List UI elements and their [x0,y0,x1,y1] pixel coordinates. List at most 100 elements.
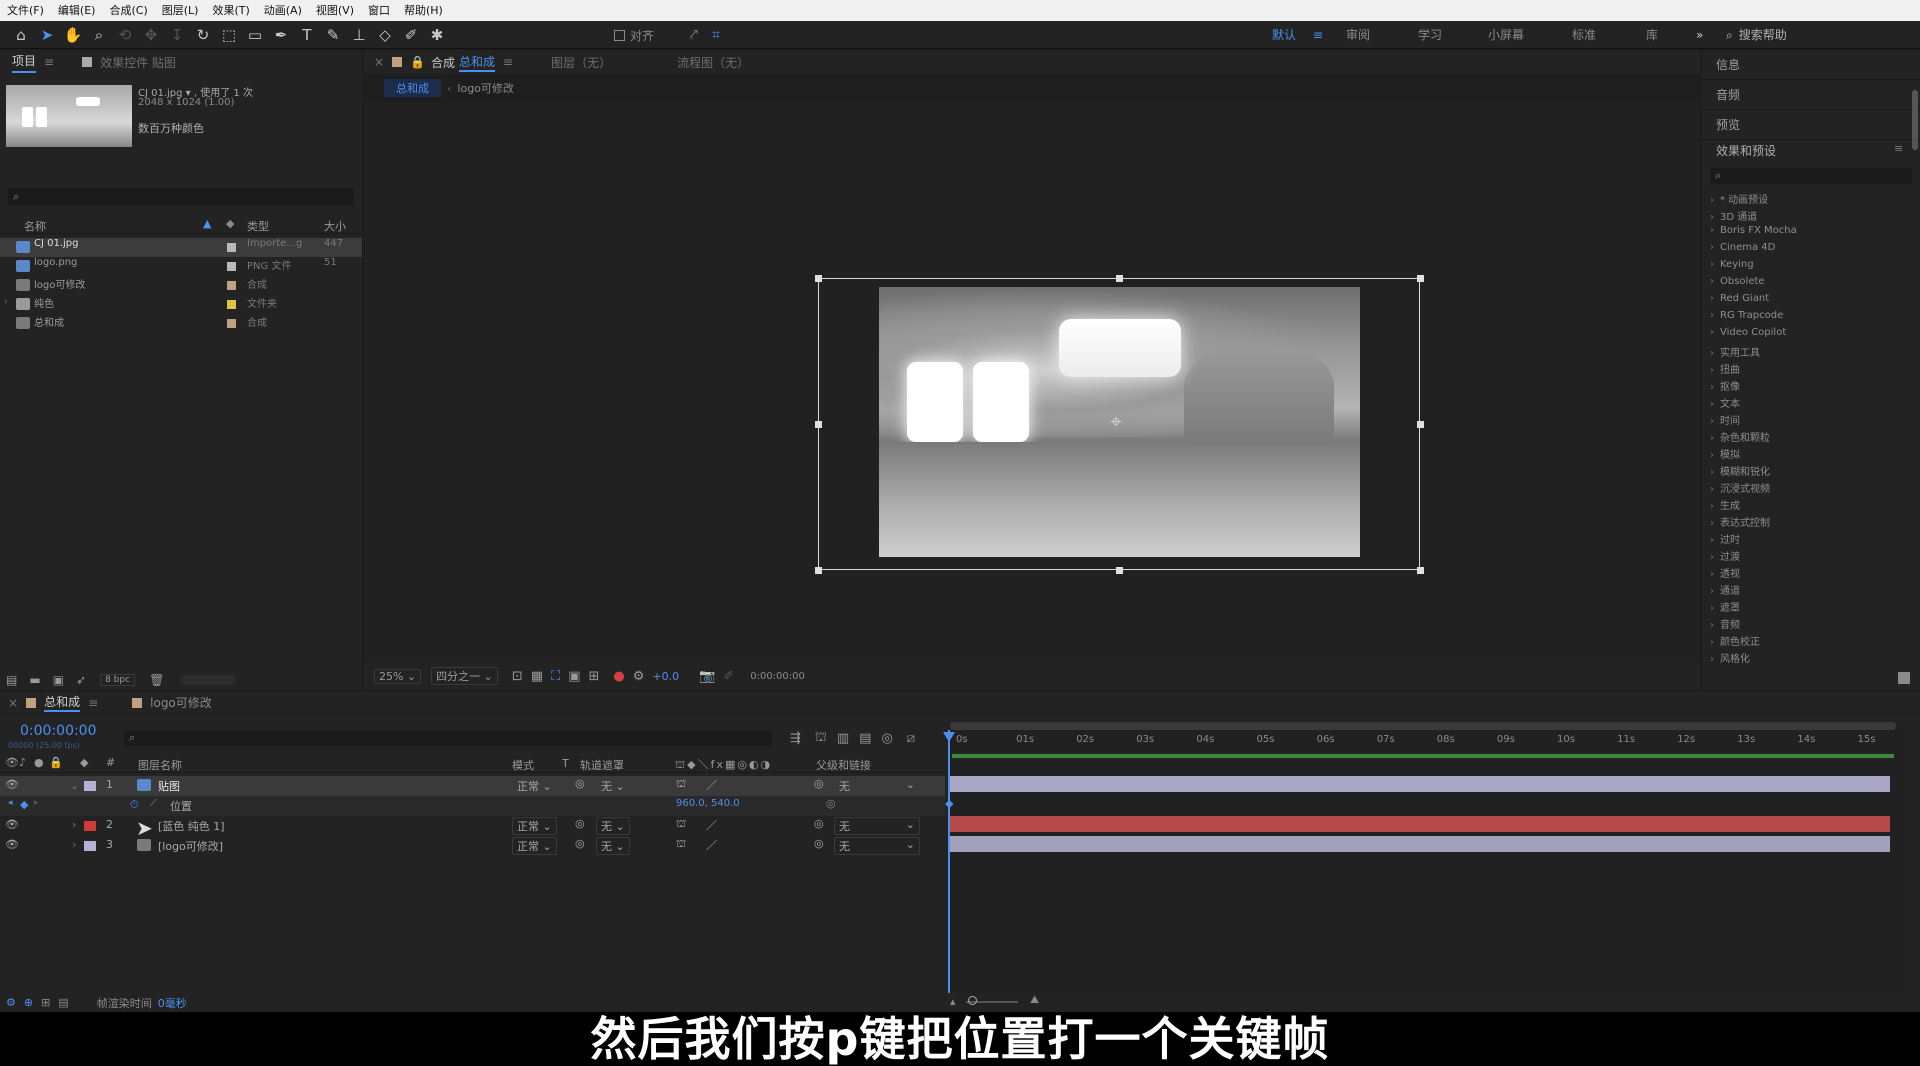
expand-chevron-icon[interactable]: › [1710,195,1714,206]
layer-name[interactable]: [logo可修改] [158,838,223,854]
tab-timeline-active[interactable]: 总和成 [44,693,81,712]
expand-chevron-icon[interactable]: › [72,818,76,831]
expand-chevron-icon[interactable]: › [1710,467,1714,478]
col-name[interactable]: 名称 [24,218,46,234]
new-folder-icon[interactable]: ▬ [29,673,40,687]
thumbnail-size-slider[interactable] [180,675,237,685]
hand-tool-icon[interactable]: ✋ [60,21,86,49]
pan-behind-tool-icon[interactable]: ⬚ [216,21,242,49]
motion-blur-icon[interactable]: ◎ [881,731,892,746]
expand-chevron-icon[interactable]: › [1710,259,1714,270]
menu-window[interactable]: 窗口 [361,0,397,21]
timeline-graph-area[interactable]: 0s 01s 02s 03s 04s 05s 06s 07s 08s 09s 10s 11s 12s 13… [943,722,1908,1007]
transparency-grid-icon[interactable]: ▦ [531,669,543,684]
shy-switch-icon[interactable]: ⛫ [676,817,686,832]
quality-switch-icon[interactable]: ／ [706,817,717,833]
tab-timeline-other[interactable]: logo可修改 [150,694,212,711]
expand-chevron-icon[interactable]: › [1710,293,1714,304]
transfer-controls-toggle-icon[interactable]: ⊕ [24,996,33,1009]
workspace-menu-icon[interactable]: ≡ [1313,21,1323,49]
keyframe-nav-prev-icon[interactable]: ◂ [8,798,13,808]
dolly-camera-icon[interactable]: ↧ [164,21,190,49]
color-channels-icon[interactable]: ● [613,669,624,684]
rotate-tool-icon[interactable]: ↻ [190,21,216,49]
effect-category[interactable]: › 时间 [1710,412,1740,429]
zoom-out-icon[interactable]: ▴ [950,995,956,1008]
snap-grid-icon[interactable]: ⌗ [712,21,720,49]
snap-checkbox[interactable] [614,29,625,41]
draft-3d-icon[interactable]: ⛫ [815,730,827,747]
expand-chevron-icon[interactable]: › [1710,654,1714,665]
breadcrumb-active[interactable]: 总和成 [384,79,441,97]
expand-chevron-icon[interactable]: › [1710,450,1714,461]
expand-chevron-icon[interactable]: › [1710,552,1714,563]
project-item[interactable]: › 纯色 文件夹 [0,295,362,314]
track-matte-dropdown[interactable]: 无 ⌄ [596,777,630,795]
expand-chevron-icon[interactable]: › [72,838,76,851]
col-preserve-transparency[interactable]: T [562,757,569,770]
expand-chevron-icon[interactable]: › [4,297,8,307]
exposure-value[interactable]: +0.0 [652,670,679,683]
effect-category[interactable]: › 通道 [1710,582,1740,599]
layer-name[interactable]: 贴图 [158,778,180,794]
layer-label-color[interactable] [84,821,96,831]
trash-icon[interactable]: 🗑 [149,673,164,687]
transform-handle[interactable] [815,275,822,282]
effect-category[interactable]: › 抠像 [1710,378,1740,395]
col-parent-link[interactable]: 父级和链接 [816,757,871,773]
expand-chevron-icon[interactable]: › [1710,586,1714,597]
quality-switch-icon[interactable]: ／ [706,837,717,853]
keyframe-nav-next-icon[interactable]: ▸ [34,798,39,808]
rectangle-tool-icon[interactable]: ▭ [242,21,268,49]
expand-chevron-icon[interactable]: › [1710,569,1714,580]
snap-toggle[interactable]: 对齐 [614,21,654,49]
panel-menu-icon[interactable]: ≡ [88,696,98,710]
snap-options-icon[interactable]: ⤤ [690,21,698,49]
effect-category[interactable]: › Obsolete [1710,276,1765,293]
viewer-timecode[interactable]: 0:00:00:00 [750,671,805,682]
guides-icon[interactable]: ▣ [568,669,580,684]
current-timecode[interactable]: 0:00:00:00 [20,723,97,739]
zoom-in-icon[interactable]: ⛰ [1030,993,1039,1007]
effect-category[interactable]: › 颜色校正 [1710,633,1760,650]
type-tool-icon[interactable]: T [294,21,320,49]
panel-menu-icon[interactable]: ≡ [1894,142,1903,155]
track-matte-pickwhip-icon[interactable]: ◎ [575,777,585,790]
expand-chevron-icon[interactable]: › [1710,327,1714,338]
track-matte-pickwhip-icon[interactable]: ◎ [575,837,585,850]
tab-project[interactable]: 项目 [12,52,37,73]
shy-switch-icon[interactable]: ⛫ [676,837,686,852]
effect-category[interactable]: › 模糊和锐化 [1710,463,1770,480]
project-item[interactable]: logo可修改 合成 [0,276,362,295]
effect-category[interactable]: › 3D 通道 [1710,208,1757,225]
layer-row[interactable]: 👁 ⌄ 1 贴图 正常 ⌄ ◎ 无 ⌄ ⛫ ／ ◎ 无 ⌄ [0,776,945,796]
blend-mode-dropdown[interactable]: 正常 ⌄ [512,837,557,855]
menu-effect[interactable]: 效果(T) [205,0,256,21]
timeline-zoom-thumb[interactable] [968,996,977,1005]
effects-search-input[interactable]: ⌕ [1710,168,1912,184]
tab-composition-name[interactable]: 总和成 [459,53,496,72]
col-layer-name[interactable]: 图层名称 [138,757,182,773]
close-tab-icon[interactable]: × [374,55,384,69]
expand-chevron-icon[interactable]: › [1710,416,1714,427]
tab-effect-controls[interactable]: 效果控件 贴图 [100,54,176,71]
effect-category[interactable]: › 音频 [1710,616,1740,633]
expand-chevron-icon[interactable]: › [1710,365,1714,376]
layer-row[interactable]: 👁 › 3 [logo可修改] 正常 ⌄ ◎ 无 ⌄ ⛫ ／ ◎ 无 ⌄ [0,836,945,856]
right-panel-scrollbar[interactable] [1912,90,1918,150]
composition-mini-flowchart-icon[interactable]: ⇶ [790,731,801,746]
workspace-review[interactable]: 审阅 [1346,21,1370,49]
track-matte-dropdown[interactable]: 无 ⌄ [596,837,630,855]
expand-chevron-icon[interactable]: › [1710,348,1714,359]
work-area-bar[interactable] [950,722,1896,730]
solo-icon[interactable]: ● [34,756,44,769]
transform-handle[interactable] [815,567,822,574]
pan-camera-icon[interactable]: ✥ [138,21,164,49]
effect-category[interactable]: › 表达式控制 [1710,514,1770,531]
effect-category[interactable]: › 沉浸式视频 [1710,480,1770,497]
expand-chevron-icon[interactable]: › [1710,382,1714,393]
expand-chevron-icon[interactable]: › [1710,603,1714,614]
playhead[interactable] [948,730,950,1007]
blend-mode-dropdown[interactable]: 正常 ⌄ [512,817,557,835]
effect-category[interactable]: › 模拟 [1710,446,1740,463]
